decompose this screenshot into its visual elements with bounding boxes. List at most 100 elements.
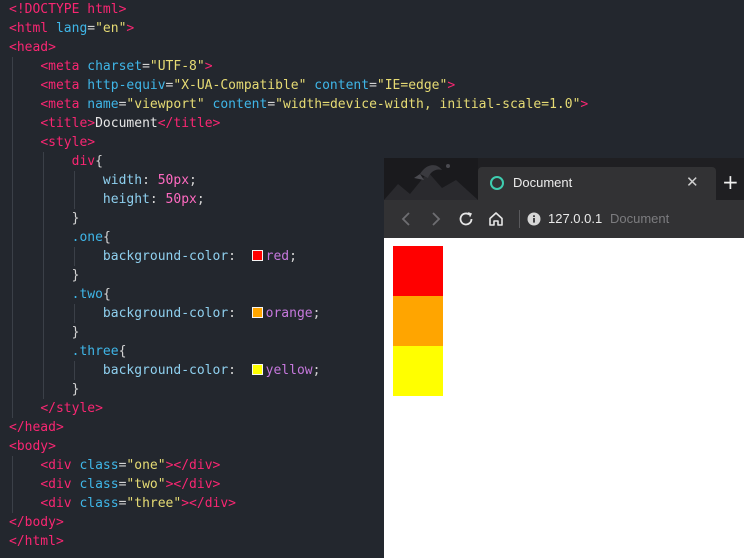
- code-line[interactable]: div{: [9, 152, 103, 171]
- code-token: height: [102, 192, 150, 207]
- code-token: =: [142, 59, 150, 74]
- reload-button[interactable]: [455, 208, 477, 230]
- code-line[interactable]: </html>: [9, 532, 64, 551]
- code-line[interactable]: background-color: orange;: [9, 304, 321, 323]
- code-token: yellow: [265, 363, 313, 378]
- chevron-right-icon: [432, 212, 441, 226]
- address-bar-page-title[interactable]: Document: [610, 211, 669, 226]
- code-token: background-color: [102, 363, 229, 378]
- tab-document[interactable]: Document ✕: [478, 167, 716, 200]
- code-token: lang: [48, 21, 88, 36]
- code-token: >: [126, 21, 135, 36]
- code-token: <meta: [40, 78, 80, 93]
- code-token: <div: [40, 477, 72, 492]
- code-token: }: [9, 382, 80, 397]
- color-swatch-icon[interactable]: [251, 307, 263, 318]
- code-token: </style>: [40, 401, 103, 416]
- code-token: <meta: [40, 59, 80, 74]
- code-line[interactable]: width: 50px;: [9, 171, 197, 190]
- code-token: ></div>: [165, 477, 221, 492]
- code-line[interactable]: <div class="one"></div>: [9, 456, 220, 475]
- code-line[interactable]: <div class="two"></div>: [9, 475, 220, 494]
- code-line[interactable]: .one{: [9, 228, 111, 247]
- code-token: >: [580, 97, 589, 112]
- code-line[interactable]: <div class="three"></div>: [9, 494, 236, 513]
- code-token: Document: [95, 116, 158, 131]
- code-token: "three": [126, 496, 182, 511]
- info-icon[interactable]: [527, 212, 541, 226]
- code-line[interactable]: <html lang="en">: [9, 19, 134, 38]
- code-token: "X-UA-Compatible": [173, 78, 307, 93]
- code-token: >: [447, 78, 456, 93]
- box-two: [393, 296, 443, 346]
- code-line[interactable]: background-color: yellow;: [9, 361, 321, 380]
- code-token: :: [228, 306, 252, 321]
- code-token: <div: [40, 496, 72, 511]
- code-token: content: [306, 78, 370, 93]
- code-token: div: [71, 154, 96, 169]
- code-token: <head>: [9, 40, 56, 55]
- code-line[interactable]: </body>: [9, 513, 64, 532]
- code-line[interactable]: </style>: [9, 399, 103, 418]
- code-token: :: [142, 173, 158, 188]
- code-token: }: [9, 325, 80, 340]
- color-swatch-icon[interactable]: [251, 250, 263, 261]
- code-token: =: [87, 21, 96, 36]
- address-bar-host[interactable]: 127.0.0.1: [548, 211, 602, 226]
- code-token: <body>: [9, 439, 56, 454]
- code-line[interactable]: background-color: red;: [9, 247, 297, 266]
- code-line[interactable]: height: 50px;: [9, 190, 205, 209]
- code-line[interactable]: .two{: [9, 285, 111, 304]
- code-token: </head>: [9, 420, 64, 435]
- forward-button[interactable]: [425, 208, 447, 230]
- code-line[interactable]: <head>: [9, 38, 56, 57]
- back-button[interactable]: [395, 208, 417, 230]
- code-line[interactable]: <!DOCTYPE html>: [9, 0, 126, 19]
- code-token: {: [118, 344, 127, 359]
- code-token: ></div>: [181, 496, 237, 511]
- code-line[interactable]: }: [9, 380, 80, 399]
- code-token: .three: [71, 344, 119, 359]
- code-token: "IE=edge": [376, 78, 448, 93]
- code-token: :: [228, 249, 252, 264]
- close-icon[interactable]: ✕: [686, 173, 699, 191]
- code-line[interactable]: </head>: [9, 418, 64, 437]
- code-token: }: [9, 211, 80, 226]
- code-token: {: [102, 230, 111, 245]
- code-line[interactable]: <meta charset="UTF-8">: [9, 57, 212, 76]
- code-token: </body>: [9, 515, 64, 530]
- new-tab-button[interactable]: +: [722, 172, 739, 192]
- code-token: </title>: [157, 116, 221, 131]
- code-token: red: [265, 249, 290, 264]
- color-swatch-icon[interactable]: [251, 364, 263, 375]
- code-line[interactable]: .three{: [9, 342, 127, 361]
- code-token: ;: [196, 192, 205, 207]
- code-line[interactable]: }: [9, 209, 80, 228]
- reload-icon: [459, 212, 473, 226]
- code-line[interactable]: <meta http-equiv = "X-UA-Compatible" conte…: [9, 76, 455, 95]
- code-token: charset: [79, 59, 143, 74]
- code-line[interactable]: <style>: [9, 133, 95, 152]
- code-token: <meta: [40, 97, 80, 112]
- code-line[interactable]: <meta name="viewport" content="width=dev…: [9, 95, 588, 114]
- home-button[interactable]: [485, 208, 507, 230]
- code-line[interactable]: <body>: [9, 437, 56, 456]
- code-token: "one": [126, 458, 166, 473]
- code-line[interactable]: <title>Document</title>: [9, 114, 220, 133]
- code-line[interactable]: }: [9, 266, 80, 285]
- browser-window[interactable]: Document ✕ + 127.0.0.1 Document: [384, 158, 744, 558]
- code-token: :: [149, 192, 166, 207]
- code-token: </html>: [9, 534, 64, 549]
- code-line[interactable]: }: [9, 323, 80, 342]
- theme-artwork-icon: [384, 158, 478, 200]
- code-token: <title>: [40, 116, 96, 131]
